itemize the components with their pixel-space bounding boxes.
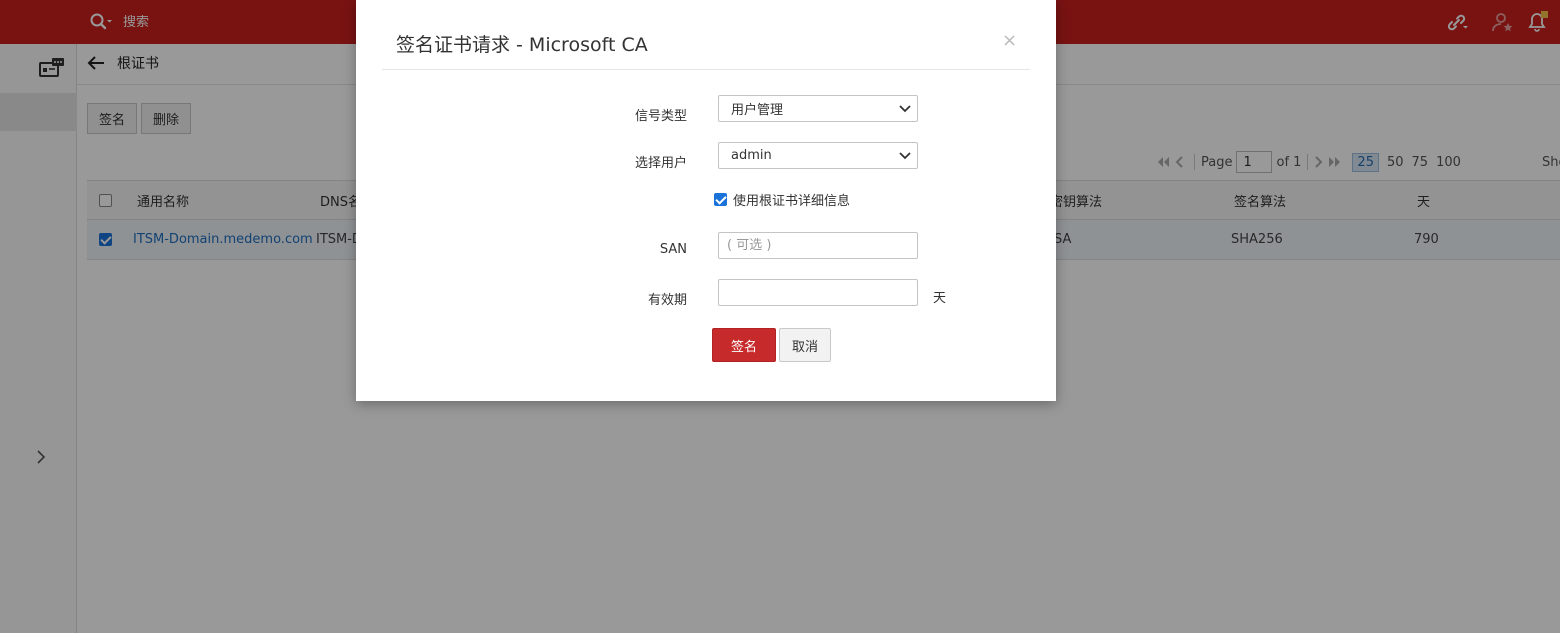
sign-submit-button[interactable]: 签名 xyxy=(712,328,776,362)
user-select[interactable]: admin xyxy=(718,142,918,169)
san-input[interactable] xyxy=(727,238,917,253)
validity-unit: 天 xyxy=(933,291,947,306)
validity-input[interactable] xyxy=(731,285,917,300)
use-root-details-option[interactable]: 使用根证书详细信息 xyxy=(714,190,850,209)
cancel-button[interactable]: 取消 xyxy=(779,328,831,362)
chevron-down-icon xyxy=(899,151,911,159)
user-value: admin xyxy=(731,148,772,163)
user-label: 选择用户 xyxy=(634,156,687,171)
use-root-details-label: 使用根证书详细信息 xyxy=(733,194,851,209)
dialog-title: 签名证书请求 - Microsoft CA xyxy=(396,34,648,56)
validity-label: 有效期 xyxy=(647,293,687,308)
sign-certificate-dialog: 签名证书请求 - Microsoft CA × 信号类型 用户管理 选择用户 a… xyxy=(356,0,1056,401)
validity-field[interactable] xyxy=(718,279,918,306)
chevron-down-icon xyxy=(899,104,911,112)
use-root-details-checkbox[interactable] xyxy=(714,193,727,206)
san-label: SAN xyxy=(659,242,687,257)
signer-type-label: 信号类型 xyxy=(634,109,687,124)
san-field[interactable] xyxy=(718,232,918,259)
close-icon[interactable]: × xyxy=(1002,30,1017,51)
divider xyxy=(382,69,1030,70)
signer-type-select[interactable]: 用户管理 xyxy=(718,95,918,122)
signer-type-value: 用户管理 xyxy=(731,103,784,118)
